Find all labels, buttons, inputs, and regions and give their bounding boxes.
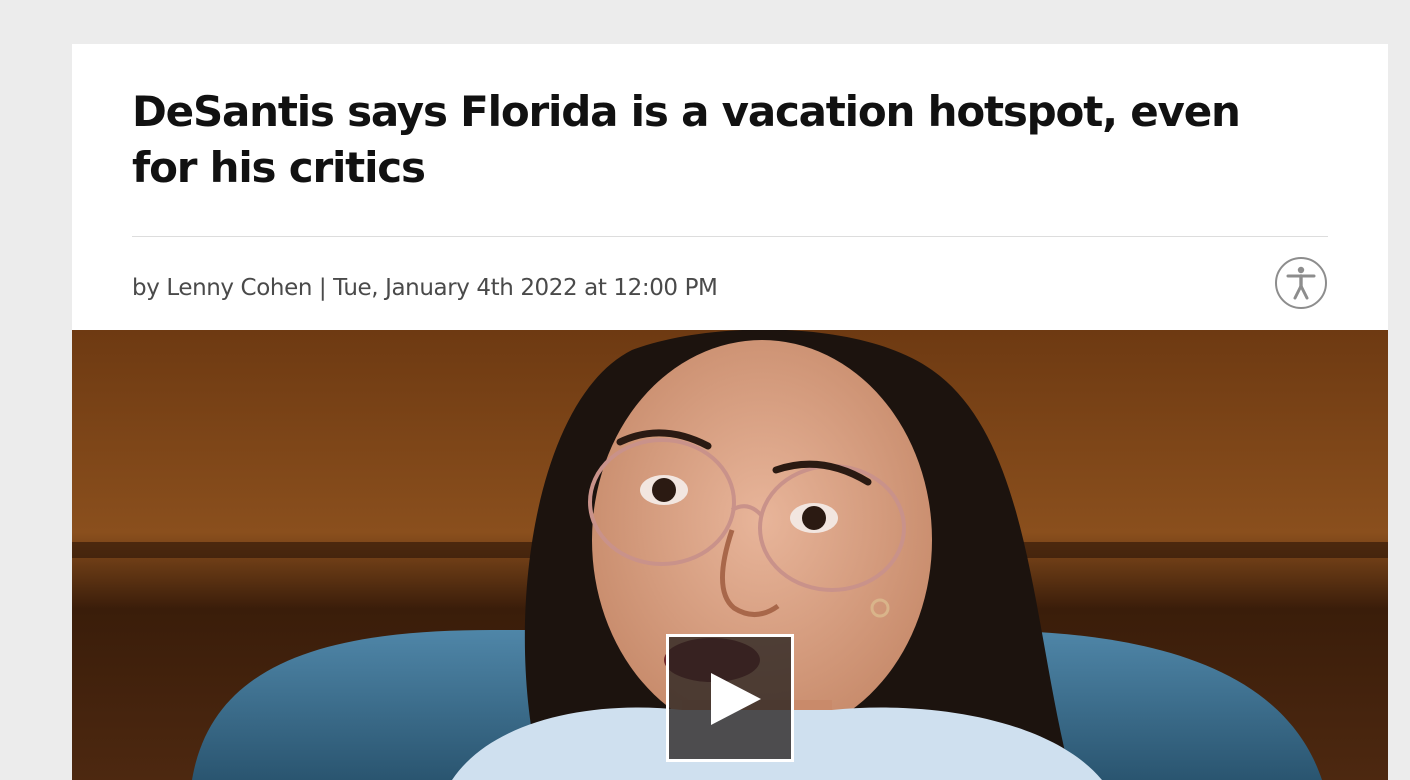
article-headline: DeSantis says Florida is a vacation hots… — [132, 87, 1241, 192]
article-card: DeSantis says Florida is a vacation hots… — [72, 44, 1388, 780]
accessibility-icon — [1286, 266, 1316, 300]
play-icon — [711, 673, 761, 725]
play-button[interactable] — [666, 634, 794, 762]
accessibility-button[interactable] — [1275, 257, 1327, 309]
article-byline: by Lenny Cohen | Tue, January 4th 2022 a… — [132, 275, 718, 301]
headline-divider — [132, 236, 1328, 237]
article-video[interactable] — [72, 330, 1388, 780]
